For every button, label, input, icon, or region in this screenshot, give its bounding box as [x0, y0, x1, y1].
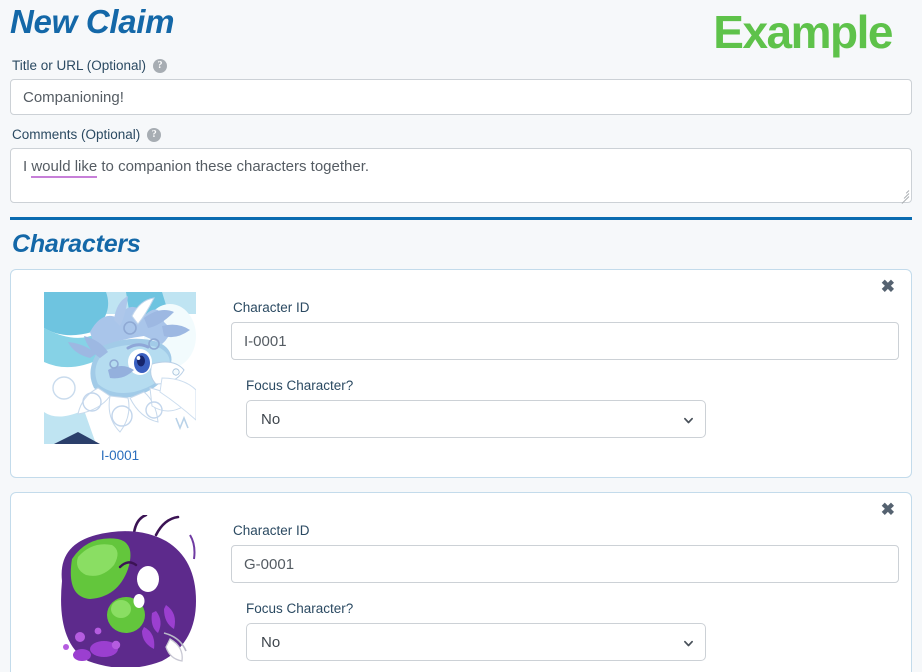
focus-character-label: Focus Character?	[246, 378, 354, 393]
character-card: ✖	[10, 492, 912, 672]
character-form-column: Character ID Focus Character? No	[215, 505, 899, 672]
remove-character-button[interactable]: ✖	[877, 276, 899, 297]
comments-label-text: Comments (Optional)	[12, 127, 141, 142]
comments-textarea[interactable]: I would like to companion these characte…	[10, 148, 912, 203]
comments-text-suffix: to companion these characters together.	[97, 158, 370, 175]
character-id-label: Character ID	[233, 523, 310, 538]
title-url-field-group: Title or URL (Optional) ?	[10, 58, 912, 115]
focus-character-select-wrapper: No	[246, 400, 706, 438]
character-thumbnail[interactable]	[44, 515, 196, 667]
help-circle-icon[interactable]: ?	[147, 127, 162, 142]
title-url-label: Title or URL (Optional) ?	[12, 58, 912, 73]
focus-character-select[interactable]: No	[246, 400, 706, 438]
focus-character-label: Focus Character?	[246, 601, 354, 616]
character-thumbnail-link[interactable]: I-0001	[101, 448, 139, 463]
character-thumbnail-column: I-0001	[25, 282, 215, 463]
title-url-label-text: Title or URL (Optional)	[12, 58, 147, 73]
blue-dragon-thumbnail-icon	[44, 292, 196, 444]
focus-character-select-wrapper: No	[246, 623, 706, 661]
page-header: New Claim Example	[10, 0, 912, 58]
remove-character-button[interactable]: ✖	[877, 499, 899, 520]
focus-character-select[interactable]: No	[246, 623, 706, 661]
comments-text-misspelled: would like	[31, 158, 98, 178]
characters-section-title: Characters	[12, 230, 141, 258]
comments-label: Comments (Optional) ?	[12, 127, 912, 142]
character-id-input[interactable]	[231, 545, 899, 583]
title-url-input[interactable]	[10, 79, 912, 115]
character-card: ✖	[10, 269, 912, 478]
character-thumbnail-column: G-0001	[25, 505, 215, 672]
help-circle-icon[interactable]: ?	[153, 58, 168, 73]
section-divider	[10, 217, 912, 220]
character-form-column: Character ID Focus Character? No	[215, 282, 899, 463]
page-title: New Claim	[10, 3, 175, 40]
brand-logo: Example	[713, 6, 893, 58]
character-id-input[interactable]	[231, 322, 899, 360]
comments-wrapper: I would like to companion these characte…	[10, 148, 912, 204]
new-claim-page: New Claim Example Title or URL (Optional…	[0, 0, 922, 672]
character-thumbnail[interactable]	[44, 292, 196, 444]
purple-blob-thumbnail-icon	[44, 515, 196, 667]
comments-field-group: Comments (Optional) ? I would like to co…	[10, 127, 912, 204]
character-id-label: Character ID	[233, 300, 310, 315]
